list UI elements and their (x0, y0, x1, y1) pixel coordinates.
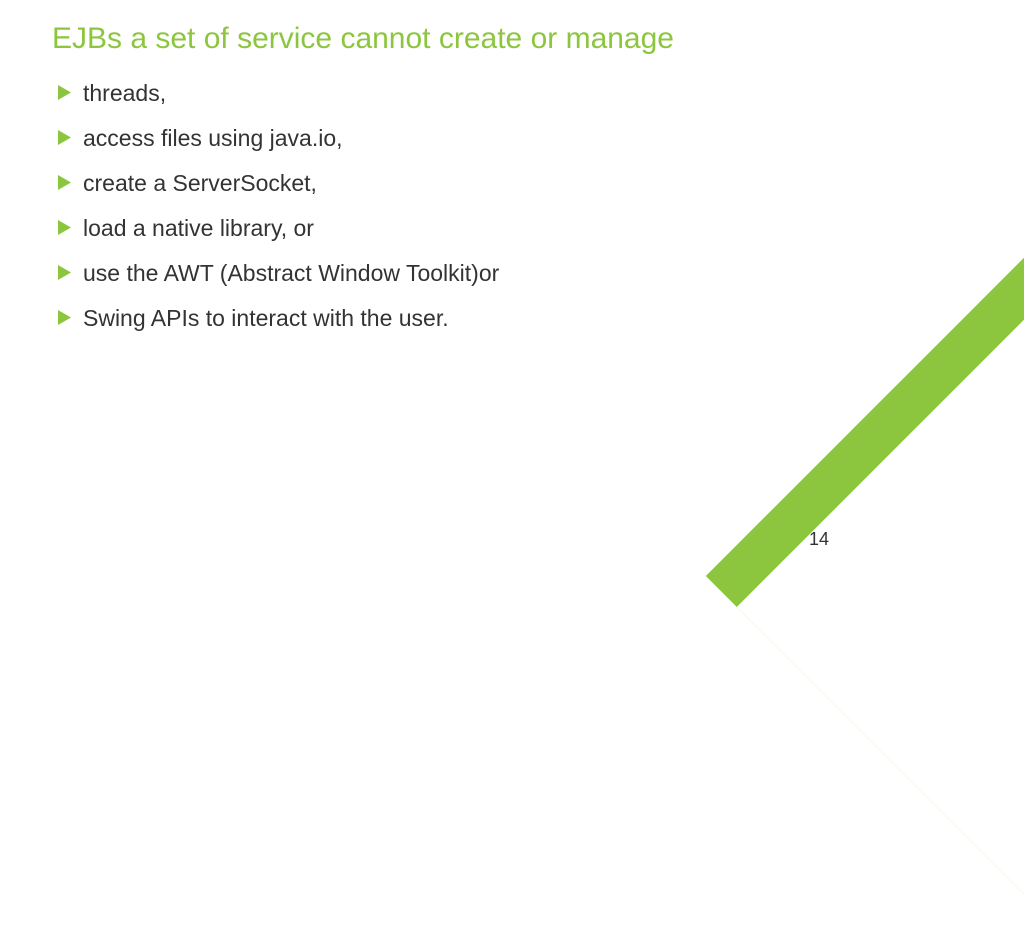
bullet-list: threads, access files using java.io, cre… (52, 78, 972, 334)
bullet-triangle-icon (58, 220, 73, 240)
bullet-triangle-icon (58, 130, 73, 150)
corner-accent-inner (737, 289, 1024, 925)
page-number: 14 (809, 529, 829, 550)
list-item: threads, (58, 78, 972, 109)
slide-content: EJBs a set of service cannot create or m… (0, 0, 1024, 334)
list-item: access files using java.io, (58, 123, 972, 154)
list-item: load a native library, or (58, 213, 972, 244)
bullet-triangle-icon (58, 310, 73, 330)
bullet-text: create a ServerSocket, (83, 168, 317, 199)
bullet-triangle-icon (58, 175, 73, 195)
bullet-triangle-icon (58, 85, 73, 105)
slide-title: EJBs a set of service cannot create or m… (52, 22, 972, 56)
bullet-text: threads, (83, 78, 166, 109)
bullet-text: load a native library, or (83, 213, 314, 244)
list-item: Swing APIs to interact with the user. (58, 303, 972, 334)
list-item: create a ServerSocket, (58, 168, 972, 199)
bullet-text: access files using java.io, (83, 123, 343, 154)
bullet-text: Swing APIs to interact with the user. (83, 303, 449, 334)
list-item: use the AWT (Abstract Window Toolkit)or (58, 258, 972, 289)
bullet-triangle-icon (58, 265, 73, 285)
bullet-text: use the AWT (Abstract Window Toolkit)or (83, 258, 499, 289)
